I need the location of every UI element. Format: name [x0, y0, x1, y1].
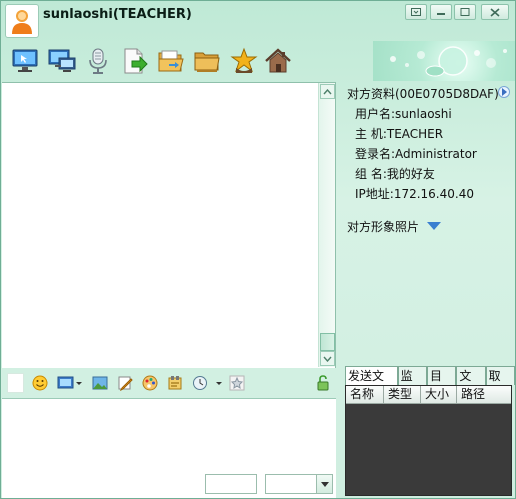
photo-expand-icon[interactable] — [427, 220, 441, 234]
scroll-thumb[interactable] — [320, 333, 335, 351]
message-input-area[interactable] — [2, 398, 336, 498]
file-transfer-tabs: 发送文件 监视 目录 文件 取消 — [345, 366, 515, 401]
file-list-header: 名称 类型 大小 路径 — [346, 386, 511, 404]
history-icon[interactable] — [191, 373, 223, 393]
column-name[interactable]: 名称 — [346, 386, 384, 403]
column-size[interactable]: 大小 — [421, 386, 457, 403]
user-avatar[interactable] — [5, 4, 39, 38]
tab-monitor[interactable]: 监视 — [397, 366, 427, 401]
column-type[interactable]: 类型 — [384, 386, 421, 403]
photo-label[interactable]: 对方形象照片 — [347, 218, 419, 235]
tab-file[interactable]: 文件 — [456, 366, 486, 401]
shared-folder-icon[interactable] — [192, 45, 222, 77]
lock-icon[interactable] — [315, 373, 331, 393]
scroll-down-button[interactable] — [320, 351, 335, 366]
file-list[interactable]: 名称 类型 大小 路径 — [345, 385, 512, 496]
send-file-icon[interactable] — [120, 45, 150, 77]
font-style-button[interactable] — [7, 373, 24, 393]
maximize-button[interactable] — [454, 4, 476, 20]
chat-window: sunlaoshi(TEACHER) 对方资料(00E0705D8DAF) 用户… — [0, 0, 516, 499]
profile-pane: 对方资料(00E0705D8DAF) 用户名:sunlaoshi 主 机:TEA… — [337, 82, 515, 366]
notes-icon[interactable] — [166, 373, 184, 393]
menu-dropdown-button[interactable] — [405, 4, 427, 20]
emoticon-icon[interactable] — [31, 373, 49, 393]
screen-capture-icon[interactable] — [56, 373, 84, 393]
tab-send-file[interactable]: 发送文件 — [345, 366, 398, 401]
image-icon[interactable] — [91, 373, 109, 393]
window-title: sunlaoshi(TEACHER) — [43, 7, 192, 22]
font-select[interactable] — [265, 474, 333, 494]
profile-host: 主 机:TEACHER — [355, 127, 444, 141]
profile-login: 登录名:Administrator — [355, 147, 477, 161]
chat-history[interactable] — [2, 82, 336, 368]
profile-username: 用户名:sunlaoshi — [355, 107, 452, 121]
scroll-up-button[interactable] — [320, 84, 335, 99]
profile-group: 组 名:我的好友 — [355, 167, 435, 181]
profile-more-icon[interactable] — [498, 86, 510, 98]
home-icon[interactable] — [263, 45, 293, 77]
microphone-icon[interactable] — [83, 45, 113, 77]
chevron-down-icon[interactable] — [316, 475, 332, 493]
remote-desktop-icon[interactable] — [10, 45, 40, 77]
star-award-icon[interactable] — [229, 45, 259, 77]
minimize-button[interactable] — [430, 4, 452, 20]
column-path[interactable]: 路径 — [457, 386, 497, 403]
palette-icon[interactable] — [141, 373, 159, 393]
profile-heading: 对方资料(00E0705D8DAF) — [347, 87, 499, 101]
tab-directory[interactable]: 目录 — [426, 366, 457, 401]
close-button[interactable] — [481, 4, 509, 20]
open-folder-icon[interactable] — [156, 45, 186, 77]
pencil-icon[interactable] — [116, 373, 134, 393]
profile-ip: IP地址:172.16.40.40 — [355, 187, 474, 201]
tab-cancel[interactable]: 取消 — [485, 366, 515, 401]
settings-icon[interactable] — [228, 373, 246, 393]
font-size-input[interactable] — [205, 474, 257, 494]
decorative-banner — [373, 41, 515, 81]
screen-broadcast-icon[interactable] — [47, 45, 77, 77]
chat-scrollbar[interactable] — [318, 83, 335, 367]
